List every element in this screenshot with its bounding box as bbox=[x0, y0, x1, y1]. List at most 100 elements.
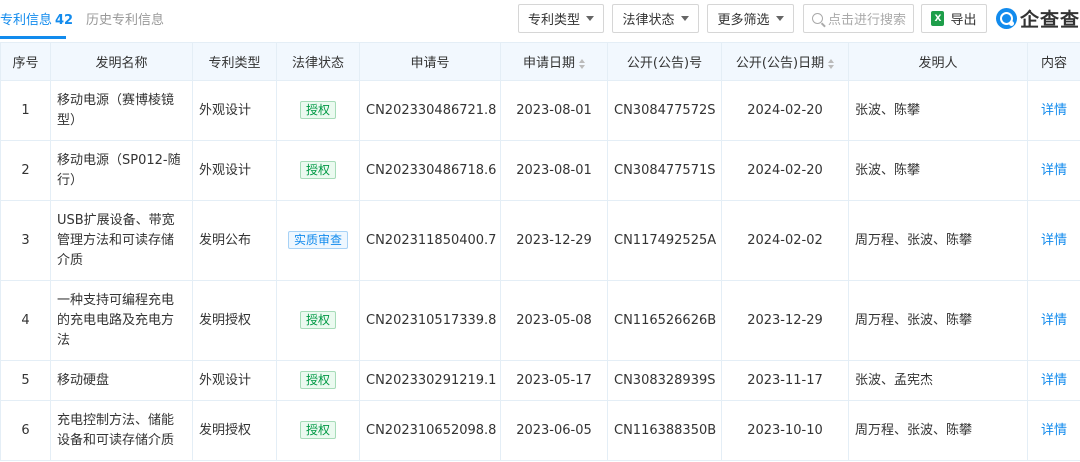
cell-detail-link: 详情 bbox=[1027, 400, 1080, 461]
detail-link[interactable]: 详情 bbox=[1041, 313, 1067, 328]
application-number-text: CN202330291219.1 bbox=[366, 372, 497, 388]
cell-invention-name: USB扩展设备、带宽管理方法和可读存储介质 bbox=[50, 200, 193, 281]
cell-application-number: CN202311850400.7 bbox=[359, 200, 501, 281]
row-index-text: 5 bbox=[21, 372, 30, 388]
application-number-text: CN202310517339.8 bbox=[366, 312, 497, 328]
row-index-text: 2 bbox=[21, 162, 30, 178]
cell-publication-number: CN116388350B bbox=[607, 400, 722, 461]
cell-row-index: 5 bbox=[0, 360, 51, 401]
tab-patent-info-count: 42 bbox=[55, 13, 74, 28]
cell-patent-type: 发明授权 bbox=[192, 400, 277, 461]
table-row: 2 移动电源（SP012-随行） 外观设计 授权 CN202330486718.6 202… bbox=[0, 140, 1080, 201]
cell-inventors: 周万程、张波、陈攀 bbox=[848, 280, 1028, 361]
col-header-app-date[interactable]: 申请日期 bbox=[500, 42, 608, 81]
status-badge: 授权 bbox=[299, 100, 336, 119]
search-input[interactable]: 点击进行搜索 bbox=[803, 4, 914, 33]
cell-invention-name: 移动电源（赛博棱镜型） bbox=[50, 80, 193, 141]
chevron-down-icon bbox=[680, 16, 689, 21]
table-row: 5 移动硬盘 外观设计 授权 CN202330291219.1 2023-05-17 CN3… bbox=[0, 360, 1080, 401]
patent-type-text: 外观设计 bbox=[199, 372, 252, 388]
detail-link[interactable]: 详情 bbox=[1041, 163, 1067, 178]
col-header-name: 发明名称 bbox=[50, 42, 193, 81]
patent-table: 序号 发明名称 专利类型 法律状态 申请号 申请日期 公开(公告)号 公开(公告… bbox=[0, 42, 1080, 461]
invention-name-text: 移动电源（SP012-随行） bbox=[57, 152, 181, 188]
inventors-text: 周万程、张波、陈攀 bbox=[855, 312, 973, 328]
inventors-text: 周万程、张波、陈攀 bbox=[855, 422, 973, 438]
status-badge: 授权 bbox=[299, 370, 336, 389]
publication-number-text: CN117492525A bbox=[614, 232, 717, 248]
invention-name-text: 充电控制方法、储能设备和可读存储介质 bbox=[57, 412, 175, 448]
cell-row-index: 4 bbox=[0, 280, 51, 361]
cell-publication-date: 2023-11-17 bbox=[721, 360, 849, 401]
publication-number-text: CN308477572S bbox=[614, 102, 716, 118]
col-header-status: 法律状态 bbox=[276, 42, 360, 81]
detail-link[interactable]: 详情 bbox=[1041, 233, 1067, 248]
sort-icon bbox=[828, 58, 835, 69]
publication-number-text: CN116526626B bbox=[614, 312, 717, 328]
patent-type-text: 发明授权 bbox=[199, 312, 252, 328]
status-badge: 授权 bbox=[299, 160, 336, 179]
cell-legal-status: 授权 bbox=[276, 360, 360, 401]
legal-status-filter[interactable]: 法律状态 bbox=[612, 4, 699, 33]
inventors-text: 张波、陈攀 bbox=[855, 102, 921, 118]
cell-application-date: 2023-08-01 bbox=[500, 80, 608, 141]
cell-publication-date: 2024-02-20 bbox=[721, 140, 849, 201]
table-row: 4 一种支持可编程充电的充电电路及充电方法 发明授权 授权 CN202310517339… bbox=[0, 280, 1080, 361]
publication-number-text: CN116388350B bbox=[614, 422, 717, 438]
detail-link[interactable]: 详情 bbox=[1041, 423, 1067, 438]
col-header-inventors: 发明人 bbox=[848, 42, 1028, 81]
cell-application-number: CN202330486718.6 bbox=[359, 140, 501, 201]
application-number-text: CN202330486718.6 bbox=[366, 162, 497, 178]
qichacha-logo: 企查查 bbox=[996, 5, 1080, 31]
sort-icon bbox=[579, 58, 585, 69]
patent-type-filter[interactable]: 专利类型 bbox=[518, 4, 604, 33]
cell-application-number: CN202330486721.8 bbox=[359, 80, 501, 141]
top-bar: 专利信息 42 历史专利信息 专利类型 法律状态 更多筛选 点击进行搜索 X 导出… bbox=[0, 0, 1080, 40]
detail-link[interactable]: 详情 bbox=[1041, 103, 1067, 118]
application-date-text: 2023-05-17 bbox=[516, 372, 592, 388]
cell-publication-number: CN308328939S bbox=[607, 360, 722, 401]
patent-type-text: 外观设计 bbox=[199, 162, 252, 178]
publication-date-text: 2024-02-02 bbox=[747, 232, 823, 248]
col-header-app-no: 申请号 bbox=[359, 42, 501, 81]
logo-icon bbox=[996, 7, 1017, 29]
patent-type-text: 发明授权 bbox=[199, 422, 252, 438]
cell-invention-name: 一种支持可编程充电的充电电路及充电方法 bbox=[50, 280, 193, 361]
tab-history-patent-info[interactable]: 历史专利信息 bbox=[86, 9, 164, 28]
search-icon bbox=[812, 13, 823, 24]
row-index-text: 6 bbox=[21, 422, 30, 438]
cell-detail-link: 详情 bbox=[1027, 80, 1080, 141]
cell-publication-number: CN308477572S bbox=[607, 80, 722, 141]
cell-patent-type: 发明授权 bbox=[192, 280, 277, 361]
application-date-text: 2023-12-29 bbox=[516, 232, 592, 248]
application-number-text: CN202310652098.8 bbox=[366, 422, 497, 438]
tab-patent-info[interactable]: 专利信息 42 bbox=[0, 9, 73, 31]
more-filters-button[interactable]: 更多筛选 bbox=[707, 4, 794, 33]
patent-type-text: 外观设计 bbox=[199, 102, 252, 118]
cell-inventors: 张波、孟宪杰 bbox=[848, 360, 1028, 401]
cell-application-date: 2023-12-29 bbox=[500, 200, 608, 281]
publication-date-text: 2023-10-10 bbox=[747, 422, 823, 438]
col-header-pub-date[interactable]: 公开(公告)日期 bbox=[721, 42, 849, 81]
cell-legal-status: 授权 bbox=[276, 80, 360, 141]
cell-detail-link: 详情 bbox=[1027, 200, 1080, 281]
table-row: 1 移动电源（赛博棱镜型） 外观设计 授权 CN202330486721.8 2023-0… bbox=[0, 80, 1080, 141]
cell-patent-type: 外观设计 bbox=[192, 360, 277, 401]
publication-date-text: 2023-12-29 bbox=[747, 312, 823, 328]
cell-application-date: 2023-08-01 bbox=[500, 140, 608, 201]
col-header-app-date-label: 申请日期 bbox=[522, 56, 575, 71]
patent-type-filter-label: 专利类型 bbox=[527, 13, 580, 28]
cell-publication-number: CN116526626B bbox=[607, 280, 722, 361]
invention-name-text: 一种支持可编程充电的充电电路及充电方法 bbox=[57, 292, 175, 348]
export-button[interactable]: X 导出 bbox=[921, 4, 987, 33]
detail-link[interactable]: 详情 bbox=[1041, 373, 1067, 388]
table-header-row: 序号 发明名称 专利类型 法律状态 申请号 申请日期 公开(公告)号 公开(公告… bbox=[0, 42, 1080, 81]
application-date-text: 2023-08-01 bbox=[516, 102, 592, 118]
col-header-type: 专利类型 bbox=[192, 42, 277, 81]
cell-application-date: 2023-05-08 bbox=[500, 280, 608, 361]
col-header-content: 内容 bbox=[1027, 42, 1080, 81]
publication-date-text: 2024-02-20 bbox=[747, 162, 823, 178]
publication-date-text: 2024-02-20 bbox=[747, 102, 823, 118]
application-date-text: 2023-08-01 bbox=[516, 162, 592, 178]
application-number-text: CN202311850400.7 bbox=[366, 232, 497, 248]
